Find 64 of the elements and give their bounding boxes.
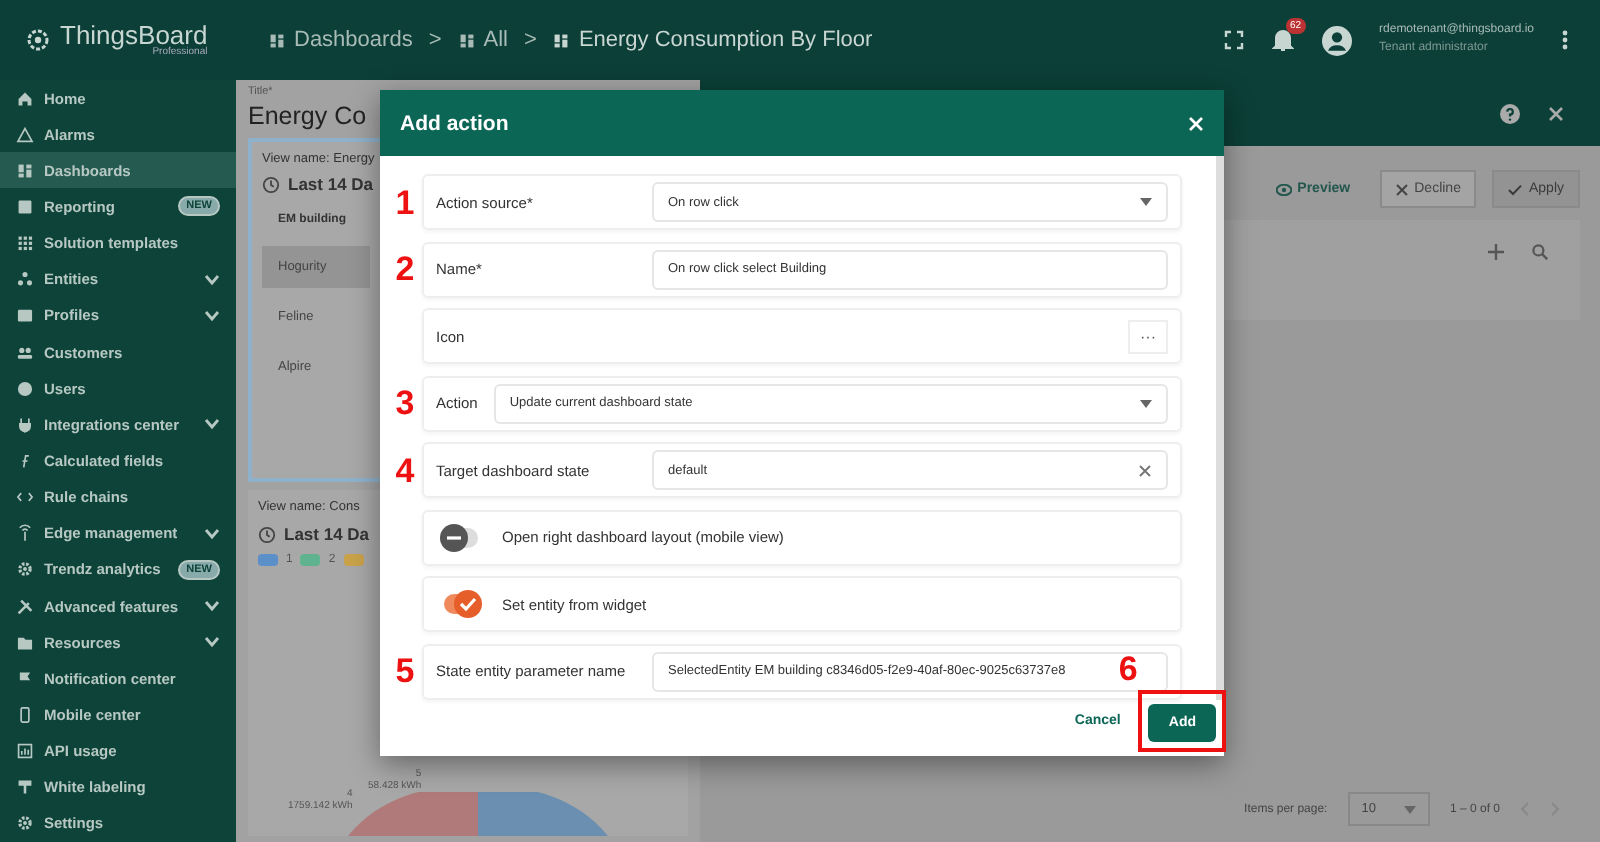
dashboard-icon bbox=[552, 31, 571, 49]
step-number: 6 bbox=[1118, 651, 1138, 686]
dashboard-icon bbox=[268, 31, 286, 49]
breadcrumb-separator: > bbox=[428, 28, 442, 52]
chevron-down-icon[interactable] bbox=[204, 527, 220, 540]
people-icon bbox=[16, 343, 34, 362]
function-icon bbox=[16, 451, 34, 470]
breadcrumb-separator: > bbox=[524, 28, 537, 52]
more-vertical-icon[interactable] bbox=[1562, 30, 1568, 50]
avatar-icon[interactable] bbox=[1321, 25, 1352, 55]
grid-icon bbox=[16, 234, 34, 253]
folder-icon bbox=[16, 633, 34, 652]
clear-icon[interactable] bbox=[1138, 463, 1152, 477]
logo-icon bbox=[24, 26, 52, 54]
warning-icon bbox=[16, 125, 34, 144]
caret-down-icon bbox=[1403, 805, 1416, 813]
card-icon bbox=[16, 306, 34, 325]
bell-icon[interactable] bbox=[1271, 28, 1294, 52]
chart-icon bbox=[16, 742, 34, 761]
fullscreen-icon[interactable] bbox=[1223, 30, 1244, 50]
chevron-down-icon[interactable] bbox=[204, 418, 220, 431]
chevron-down-icon[interactable] bbox=[204, 309, 220, 322]
time-window[interactable]: Last 14 Da bbox=[288, 174, 374, 194]
close-icon bbox=[1396, 183, 1409, 195]
toggle-switch[interactable] bbox=[444, 527, 478, 547]
plug-icon bbox=[16, 415, 34, 434]
step-number: 2 bbox=[393, 252, 417, 286]
caret-down-icon bbox=[1140, 399, 1152, 407]
plus-icon[interactable] bbox=[1488, 244, 1504, 260]
time-window[interactable]: Last 14 Da bbox=[284, 524, 370, 544]
toggle-switch[interactable] bbox=[444, 594, 478, 614]
more-button[interactable]: ··· bbox=[1128, 319, 1168, 353]
gear-icon bbox=[16, 814, 34, 833]
breadcrumb-link[interactable]: Energy Consumption By Floor bbox=[578, 28, 873, 52]
search-icon[interactable] bbox=[1532, 244, 1548, 260]
antenna-icon bbox=[16, 524, 34, 543]
breadcrumb-link[interactable]: All bbox=[483, 28, 508, 52]
dashboard-icon bbox=[16, 161, 34, 180]
step-number: 4 bbox=[393, 453, 417, 487]
highlight-frame bbox=[1138, 689, 1226, 752]
chevron-down-icon[interactable] bbox=[204, 600, 220, 613]
clock-icon bbox=[262, 175, 280, 193]
breadcrumb-link[interactable]: Dashboards bbox=[294, 28, 413, 52]
check-icon bbox=[1508, 183, 1523, 195]
close-icon[interactable] bbox=[1548, 105, 1564, 121]
gear-icon bbox=[16, 560, 34, 579]
tools-icon bbox=[16, 597, 34, 616]
step-number: 1 bbox=[393, 185, 417, 219]
step-number: 5 bbox=[393, 654, 417, 688]
caret-down-icon bbox=[1140, 198, 1152, 206]
phone-icon bbox=[16, 705, 34, 724]
hierarchy-icon bbox=[16, 270, 34, 289]
dashboard-icon bbox=[457, 31, 476, 49]
eye-icon bbox=[1275, 183, 1292, 195]
chevron-down-icon[interactable] bbox=[204, 636, 220, 649]
code-icon bbox=[16, 488, 34, 507]
chevron-down-icon[interactable] bbox=[204, 273, 220, 286]
home-icon bbox=[16, 89, 34, 108]
step-number: 3 bbox=[393, 386, 417, 420]
logo-text: ThingsBoard bbox=[60, 22, 208, 48]
dialog-title: Add action bbox=[400, 111, 509, 135]
help-icon[interactable] bbox=[1500, 103, 1520, 123]
clock-icon bbox=[258, 525, 276, 543]
brush-icon bbox=[16, 778, 34, 797]
